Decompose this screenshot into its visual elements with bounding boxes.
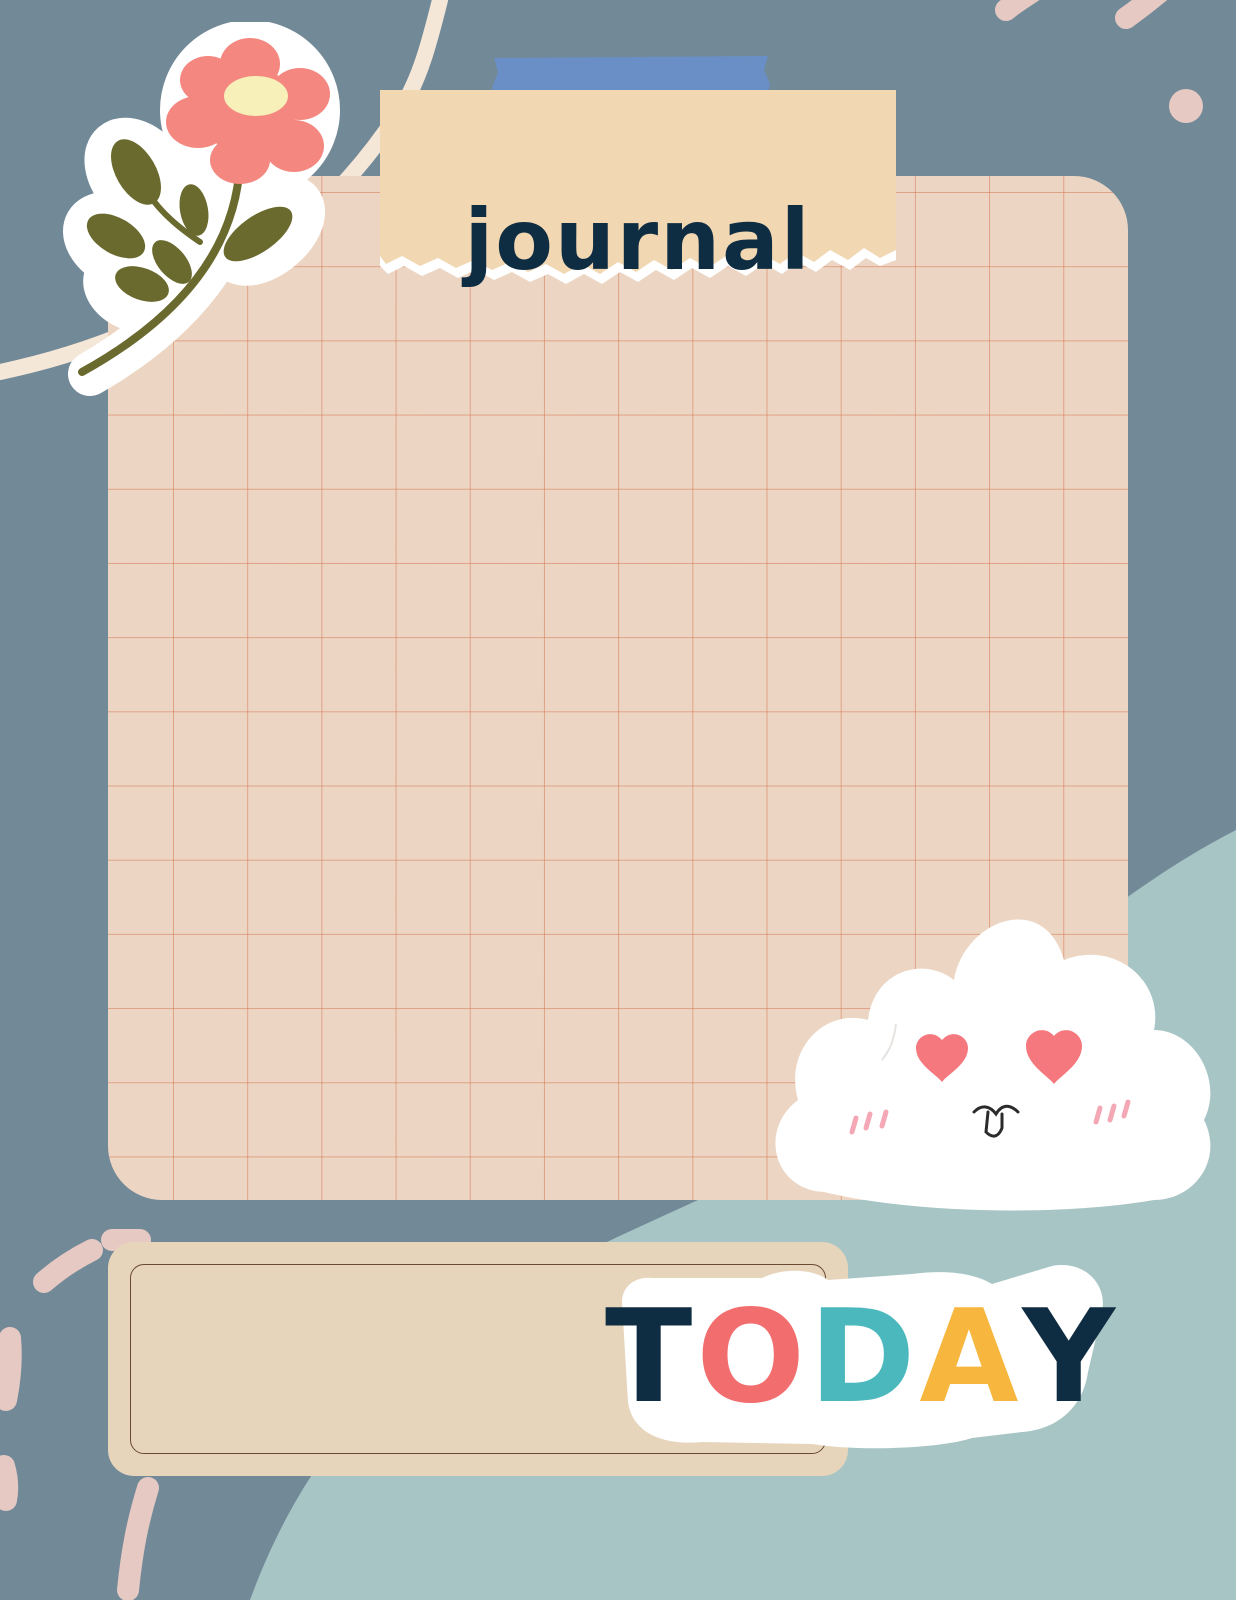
- today-label: T O D A Y: [605, 1276, 1115, 1440]
- today-letter-o: O: [696, 1283, 810, 1432]
- flower-sticker-icon: [62, 22, 340, 396]
- flower-center: [224, 76, 288, 116]
- today-letter-a: A: [919, 1283, 1023, 1432]
- today-letter-t: T: [604, 1283, 697, 1432]
- today-sticker: T O D A Y: [605, 1262, 1115, 1454]
- today-letter-y: Y: [1022, 1283, 1120, 1432]
- page-title: journal: [464, 191, 812, 289]
- today-letter-d: D: [809, 1283, 920, 1432]
- title-note: journal: [380, 90, 896, 286]
- decorative-dot: [1169, 89, 1203, 123]
- journal-page: journal T O D A Y: [0, 0, 1236, 1600]
- cloud-heart-eyes-sticker-icon: [775, 919, 1211, 1211]
- cloud-body: [775, 919, 1211, 1211]
